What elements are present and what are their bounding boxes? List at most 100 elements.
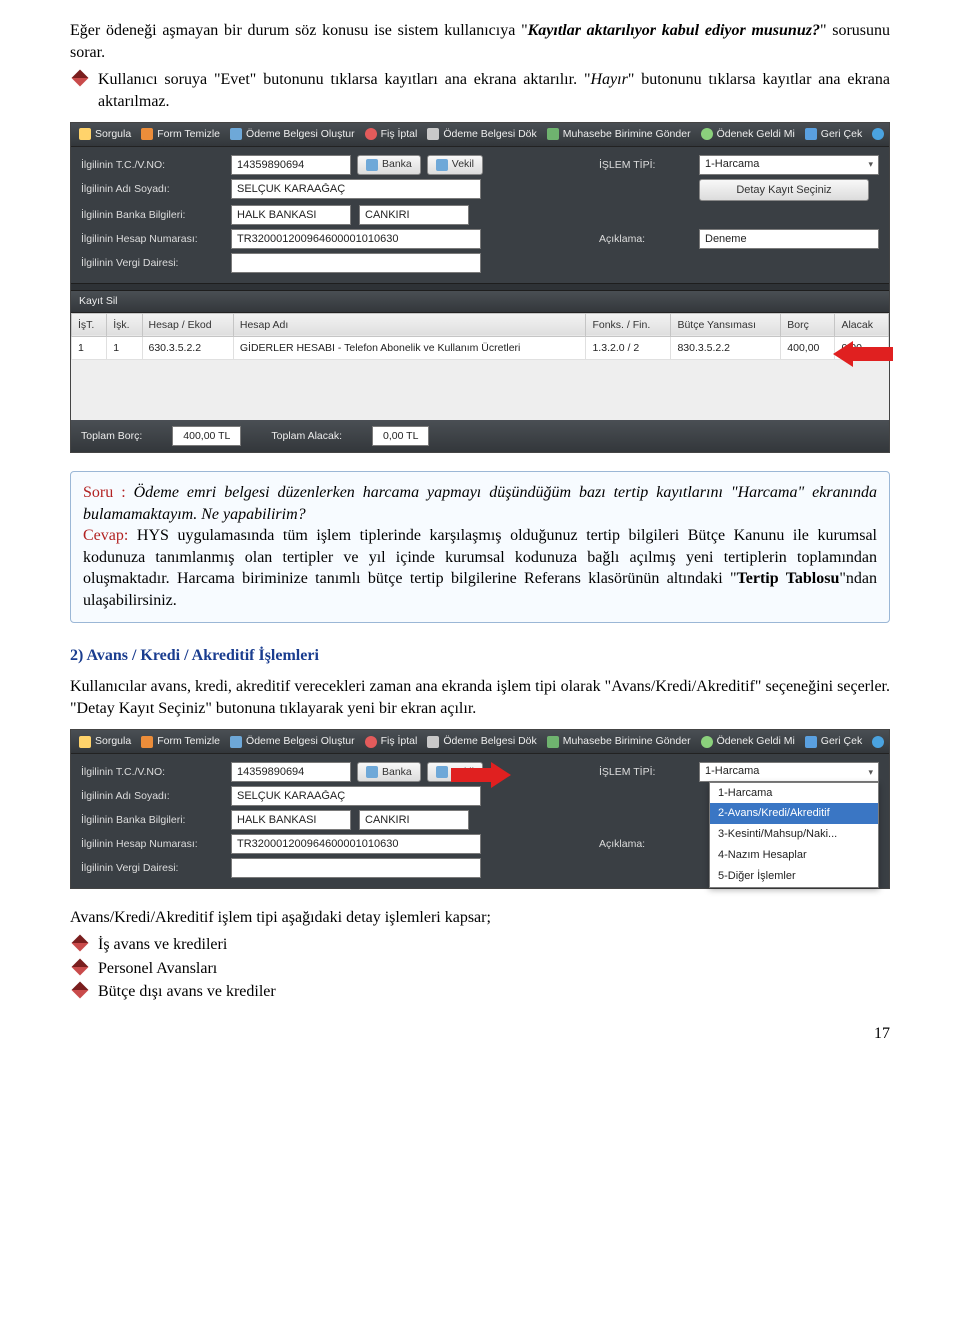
lbl2-hesap: İlgilinin Hesap Numarası: <box>81 834 221 854</box>
col-butce[interactable]: Bütçe Yansıması <box>671 313 781 336</box>
cell-ist: 1 <box>72 336 107 359</box>
dd-opt-3[interactable]: 3-Kesinti/Mahsup/Naki... <box>710 824 878 845</box>
col-fonks[interactable]: Fonks. / Fin. <box>586 313 671 336</box>
col-isk[interactable]: İşk. <box>107 313 142 336</box>
check-icon <box>701 736 713 748</box>
input-banka[interactable] <box>231 205 351 225</box>
app-toolbar-2: Sorgula Form Temizle Ödeme Belgesi Oluşt… <box>71 730 889 753</box>
tb-odenek-geldi[interactable]: Ödenek Geldi Mi <box>701 127 795 141</box>
input2-hesap[interactable] <box>231 834 481 854</box>
combo2-islem-tipi[interactable]: 1-Harcama▾ <box>699 762 879 782</box>
tb2-odeme-dok-label: Ödeme Belgesi Dök <box>443 734 536 748</box>
tb2-geri-cek[interactable]: Geri Çek <box>805 734 862 748</box>
cell-borc: 400,00 <box>781 336 835 359</box>
cell-fonks: 1.3.2.0 / 2 <box>586 336 671 359</box>
btn2-banka-label: Banka <box>382 765 412 779</box>
table-row[interactable]: 1 1 630.3.5.2.2 GİDERLER HESABI - Telefo… <box>72 336 889 359</box>
input2-banka-sube[interactable] <box>359 810 469 830</box>
lbl2-tcvno: İlgilinin T.C./V.NO: <box>81 762 221 782</box>
dd-opt-5[interactable]: 5-Diğer İşlemler <box>710 866 878 887</box>
col-alacak[interactable]: Alacak <box>835 313 889 336</box>
input2-banka[interactable] <box>231 810 351 830</box>
dd-opt-4[interactable]: 4-Nazım Hesaplar <box>710 845 878 866</box>
lbl2-islem-tipi: İŞLEM TİPİ: <box>599 762 689 782</box>
tail-b3-text: Bütçe dışı avans ve krediler <box>98 983 276 1000</box>
val-toplam-alacak: 0,00 TL <box>372 426 429 446</box>
totals-bar: Toplam Borç: 400,00 TL Toplam Alacak: 0,… <box>71 420 889 452</box>
tb2-form-temizle-label: Form Temizle <box>157 734 220 748</box>
undo-icon <box>805 128 817 140</box>
input-tcvno[interactable] <box>231 155 351 175</box>
diamond-icon <box>72 982 89 999</box>
tb-odeme-dok[interactable]: Ödeme Belgesi Dök <box>427 127 536 141</box>
tb-odeme-olustur[interactable]: Ödeme Belgesi Oluştur <box>230 127 355 141</box>
person-icon <box>436 766 448 778</box>
tb-sorgula[interactable]: Sorgula <box>79 127 131 141</box>
col-borc[interactable]: Borç <box>781 313 835 336</box>
input-aciklama[interactable] <box>699 229 879 249</box>
tb-geri-cek[interactable]: Geri Çek <box>805 127 862 141</box>
islem-tipi-dropdown: 1-Harcama 2-Avans/Kredi/Akreditif 3-Kesi… <box>709 782 879 888</box>
input2-vergi[interactable] <box>231 858 481 878</box>
tb-muhasebe[interactable]: Muhasebe Birimine Gönder <box>547 127 691 141</box>
section2-paragraph: Kullanıcılar avans, kredi, akreditif ver… <box>70 676 890 719</box>
print-icon <box>427 736 439 748</box>
btn2-banka[interactable]: Banka <box>357 762 421 782</box>
bank-icon <box>366 766 378 778</box>
tb-form-temizle[interactable]: Form Temizle <box>141 127 220 141</box>
input-adsoyad[interactable] <box>231 179 481 199</box>
help-icon <box>872 736 884 748</box>
tb2-odeme-olustur[interactable]: Ödeme Belgesi Oluştur <box>230 734 355 748</box>
cell-hesap: 630.3.5.2.2 <box>142 336 233 359</box>
help-icon <box>872 128 884 140</box>
tail-b2-text: Personel Avansları <box>98 960 217 977</box>
doc-plus-icon <box>230 128 242 140</box>
intro-bullet: Kullanıcı soruya "Evet" butonunu tıklars… <box>98 69 890 112</box>
chevron-down-icon: ▾ <box>868 158 873 170</box>
col-hesap[interactable]: Hesap / Ekod <box>142 313 233 336</box>
lbl-islem-tipi: İŞLEM TİPİ: <box>599 155 689 175</box>
combo-islem-value: 1-Harcama <box>705 157 759 172</box>
btn-detay-kayit[interactable]: Detay Kayıt Seçiniz <box>699 179 869 202</box>
cell-isk: 1 <box>107 336 142 359</box>
lbl-hesap: İlgilinin Hesap Numarası: <box>81 229 221 249</box>
input-hesap[interactable] <box>231 229 481 249</box>
btn-kayit-sil[interactable]: Kayıt Sil <box>71 291 889 312</box>
tb2-odenek-geldi[interactable]: Ödenek Geldi Mi <box>701 734 795 748</box>
tb2-kilavuz[interactable]: Kılavuz <box>872 734 889 748</box>
lbl2-vergi: İlgilinin Vergi Dairesi: <box>81 858 221 878</box>
btn-banka[interactable]: Banka <box>357 155 421 175</box>
tb2-sorgula[interactable]: Sorgula <box>79 734 131 748</box>
broom-icon <box>141 128 153 140</box>
tail-paragraph: Avans/Kredi/Akreditif işlem tipi aşağıda… <box>70 907 890 929</box>
tb-fis-iptal[interactable]: Fiş İptal <box>365 127 418 141</box>
btn-vekil[interactable]: Vekil <box>427 155 483 175</box>
app-screenshot-1: Sorgula Form Temizle Ödeme Belgesi Oluşt… <box>70 122 890 453</box>
input2-tcvno[interactable] <box>231 762 351 782</box>
input-banka-sube[interactable] <box>359 205 469 225</box>
check-icon <box>701 128 713 140</box>
col-ist[interactable]: İşT. <box>72 313 107 336</box>
tb-kilavuz[interactable]: Kılavuz <box>872 127 889 141</box>
dd-opt-1[interactable]: 1-Harcama <box>710 783 878 804</box>
tb2-fis-iptal[interactable]: Fiş İptal <box>365 734 418 748</box>
cevap-bold: Tertip Tablosu <box>737 570 840 587</box>
lbl2-banka: İlgilinin Banka Bilgileri: <box>81 810 221 830</box>
lbl2-aciklama: Açıklama: <box>599 834 689 854</box>
app-screenshot-2: Sorgula Form Temizle Ödeme Belgesi Oluşt… <box>70 729 890 888</box>
data-grid: İşT. İşk. Hesap / Ekod Hesap Adı Fonks. … <box>71 313 889 360</box>
tb2-muhasebe[interactable]: Muhasebe Birimine Gönder <box>547 734 691 748</box>
input-vergi[interactable] <box>231 253 481 273</box>
combo2-islem-value: 1-Harcama <box>705 764 759 779</box>
input2-adsoyad[interactable] <box>231 786 481 806</box>
tb2-form-temizle[interactable]: Form Temizle <box>141 734 220 748</box>
person-icon <box>436 159 448 171</box>
btn-vekil-label: Vekil <box>452 157 474 171</box>
lbl-adsoyad: İlgilinin Adı Soyadı: <box>81 179 221 202</box>
lbl2-adsoyad: İlgilinin Adı Soyadı: <box>81 786 221 806</box>
val-toplam-borc: 400,00 TL <box>172 426 241 446</box>
col-hesap-adi[interactable]: Hesap Adı <box>233 313 586 336</box>
tb2-odeme-dok[interactable]: Ödeme Belgesi Dök <box>427 734 536 748</box>
combo-islem-tipi[interactable]: 1-Harcama ▾ <box>699 155 879 175</box>
dd-opt-2[interactable]: 2-Avans/Kredi/Akreditif <box>710 803 878 824</box>
